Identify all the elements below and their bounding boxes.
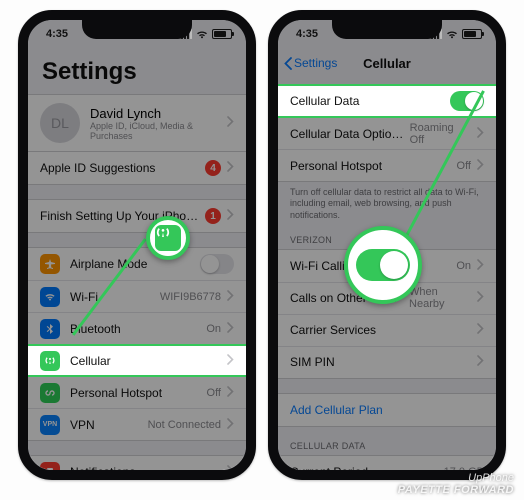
chevron-right-icon xyxy=(227,161,234,175)
vpn-icon: VPN xyxy=(40,415,60,435)
row-value: On xyxy=(456,260,471,272)
toggle-on-icon xyxy=(356,249,410,281)
chevron-right-icon xyxy=(227,418,234,432)
row-value: 17.0 GB xyxy=(444,466,484,470)
cellular-data-row[interactable]: Cellular Data xyxy=(278,85,496,117)
chevron-right-icon xyxy=(477,323,484,337)
chevron-right-icon xyxy=(227,290,234,304)
chevron-right-icon xyxy=(227,114,234,132)
callout-cellular-icon xyxy=(146,216,190,260)
wifi-icon xyxy=(196,30,208,39)
hotspot-row[interactable]: Personal Hotspot Off xyxy=(28,376,246,408)
row-label: Wi-Fi xyxy=(70,290,154,304)
row-label: Personal Hotspot xyxy=(70,386,201,400)
row-label: Bluetooth xyxy=(70,322,200,336)
row-label: Apple ID Suggestions xyxy=(40,161,199,175)
chevron-right-icon xyxy=(227,209,234,223)
callout-toggle xyxy=(344,226,422,304)
hotspot-icon xyxy=(40,383,60,403)
row-value: On xyxy=(206,323,221,335)
row-label: Cellular xyxy=(70,354,221,368)
chevron-right-icon xyxy=(477,159,484,173)
chevron-right-icon xyxy=(477,127,484,141)
row-value: Not Connected xyxy=(148,419,221,431)
carrier-services-row[interactable]: Carrier Services xyxy=(278,314,496,346)
chevron-right-icon xyxy=(227,465,234,470)
airplane-icon xyxy=(40,254,60,274)
chevron-right-icon xyxy=(227,354,234,368)
row-label: SIM PIN xyxy=(290,355,471,369)
apple-id-row[interactable]: DL David Lynch Apple ID, iCloud, Media &… xyxy=(28,94,246,152)
row-label: Current Period xyxy=(290,465,438,470)
notifications-icon xyxy=(40,462,60,470)
notch xyxy=(332,19,442,39)
row-label: Carrier Services xyxy=(290,323,471,337)
watermark-line2: PAYETTE FORWARD xyxy=(398,484,514,496)
add-plan-row[interactable]: Add Cellular Plan xyxy=(278,394,496,426)
row-label: Cellular Data xyxy=(290,94,450,108)
content: Settings DL David Lynch Apple ID, iCloud… xyxy=(28,48,246,470)
current-period-row[interactable]: Current Period 17.0 GB xyxy=(278,456,496,470)
sim-pin-row[interactable]: SIM PIN xyxy=(278,346,496,378)
battery-icon xyxy=(462,29,482,39)
airplane-toggle[interactable] xyxy=(200,254,234,274)
navbar: Settings Cellular xyxy=(278,48,496,78)
row-label: Airplane Mode xyxy=(70,257,200,271)
row-value: Off xyxy=(457,160,471,172)
watermark-line1: UpPhone xyxy=(398,472,514,484)
battery-icon xyxy=(212,29,232,39)
apple-id-suggestions-row[interactable]: Apple ID Suggestions 4 xyxy=(28,152,246,184)
row-label: Personal Hotspot xyxy=(290,159,451,173)
row-label: Add Cellular Plan xyxy=(290,403,484,417)
bluetooth-icon xyxy=(40,319,60,339)
footer-note: Turn off cellular data to restrict all d… xyxy=(278,182,496,221)
row-label: VPN xyxy=(70,418,142,432)
row-label: Notifications xyxy=(70,465,221,470)
chevron-right-icon xyxy=(477,259,484,273)
wifi-icon xyxy=(40,287,60,307)
finish-setup-row[interactable]: Finish Setting Up Your iPhone 1 xyxy=(28,200,246,232)
chevron-right-icon xyxy=(477,291,484,305)
back-button[interactable]: Settings xyxy=(284,48,337,78)
phone-settings: 4:35 Settings DL David Lynch Apple ID, i… xyxy=(18,10,256,480)
row-value: Off xyxy=(207,387,221,399)
avatar: DL xyxy=(40,103,80,143)
nav-title: Cellular xyxy=(363,56,411,71)
badge: 4 xyxy=(205,160,221,176)
chevron-right-icon xyxy=(227,322,234,336)
wifi-row[interactable]: Wi-Fi WIFI9B6778 xyxy=(28,280,246,312)
stage: { "status": { "time": "4:35" }, "left": … xyxy=(0,0,524,500)
notifications-row[interactable]: Notifications xyxy=(28,456,246,470)
hotspot-row[interactable]: Personal Hotspot Off xyxy=(278,149,496,181)
profile-name: David Lynch xyxy=(90,106,227,121)
row-label: Cellular Data Options xyxy=(290,127,404,141)
row-value: When Nearby xyxy=(409,286,471,310)
bluetooth-row[interactable]: Bluetooth On xyxy=(28,312,246,344)
cellular-icon xyxy=(155,225,181,251)
status-time: 4:35 xyxy=(296,28,318,40)
cellular-row[interactable]: Cellular xyxy=(28,344,246,376)
notch xyxy=(82,19,192,39)
cellular-options-row[interactable]: Cellular Data Options Roaming Off xyxy=(278,117,496,149)
section-data: CELLULAR DATA xyxy=(278,427,496,455)
cellular-icon xyxy=(40,351,60,371)
badge: 1 xyxy=(205,208,221,224)
watermark: UpPhone PAYETTE FORWARD xyxy=(398,472,514,496)
chevron-right-icon xyxy=(227,386,234,400)
wifi-icon xyxy=(446,30,458,39)
status-time: 4:35 xyxy=(46,28,68,40)
vpn-row[interactable]: VPN VPN Not Connected xyxy=(28,408,246,440)
airplane-mode-row[interactable]: Airplane Mode xyxy=(28,248,246,280)
phone-cellular: 4:35 Settings Cellular Cellular Data xyxy=(268,10,506,480)
screen: 4:35 Settings DL David Lynch Apple ID, i… xyxy=(28,20,246,470)
profile-sub: Apple ID, iCloud, Media & Purchases xyxy=(90,121,227,141)
row-value: WIFI9B6778 xyxy=(160,291,221,303)
chevron-right-icon xyxy=(477,355,484,369)
page-title: Settings xyxy=(28,48,246,94)
back-label: Settings xyxy=(294,56,337,70)
